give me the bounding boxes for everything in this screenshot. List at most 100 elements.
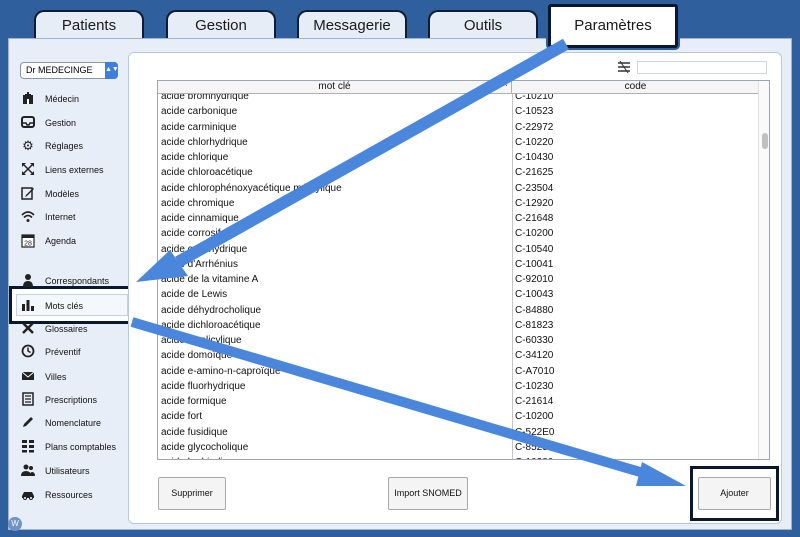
sidebar-item-label: Correspondants [45,276,110,286]
keyword-cell: acide chlorophénoxyacétique méthylique [161,182,342,194]
sidebar-item-label: Agenda [45,236,77,246]
code-cell: C-81823 [515,319,554,331]
doctor-select[interactable]: Dr MEDECINGE ▲▼ [20,62,119,79]
sidebar-item-internet[interactable]: Internet [20,207,130,227]
sidebar-item-label: Ressources [45,490,93,500]
sidebar-item-villes[interactable]: Villes [20,367,130,387]
keyword-cell: acide domoïque [161,350,233,362]
calendar-icon: 28 [20,233,36,249]
column-header-code[interactable]: code [513,81,758,94]
table-row[interactable]: acide disalicylique C-60330 [158,333,758,348]
table-row[interactable]: acide chloroacétique C-21625 [158,165,758,180]
table-row[interactable]: acide chlorophénoxyacétique méthylique C-… [158,181,758,196]
sidebar-item-modeles[interactable]: Modèles [20,184,130,204]
table-row[interactable]: acide fort C-10200 [158,409,758,424]
bar-chart-icon [20,298,36,314]
sidebar-item-liens-externes[interactable]: Liens externes [20,160,130,180]
keyword-cell: acide chromique [161,197,235,209]
table-row[interactable]: acide fluorhydrique C-10230 [158,379,758,394]
tab-messagerie[interactable]: Messagerie [297,10,407,40]
sidebar-item-prescriptions[interactable]: Prescriptions [20,390,130,410]
sidebar-item-reglages[interactable]: ⚙ Réglages [20,136,130,156]
tab-parametres[interactable]: Paramètres [548,4,678,48]
sort-ascending-icon: ^ [503,82,507,91]
keyword-cell: acide cinnamique [161,213,239,224]
keyword-cell: acide fusidique [161,426,228,438]
keyword-cell: acide fluorhydrique [161,380,246,392]
vertical-scrollbar[interactable] [758,81,769,459]
delete-button[interactable]: Supprimer [158,477,226,510]
tab-patients[interactable]: Patients [34,10,144,40]
sidebar-item-plans-comptables[interactable]: Plans comptables [20,437,130,457]
filter-icon[interactable] [617,60,631,74]
table-row[interactable]: acide de la vitamine A C-92010 [158,272,758,287]
code-cell: C-10200 [515,411,554,423]
keyword-cell: acide disalicylique [161,335,242,346]
sidebar-item-glossaires[interactable]: Glossaires [20,319,130,339]
sidebar-item-utilisateurs[interactable]: Utilisateurs [20,461,130,481]
table-row[interactable]: acide hydriodique C-10280 [158,455,758,459]
edit-icon [20,186,36,202]
keyword-cell: acide fort [161,411,203,423]
code-cell: C-22972 [515,121,554,133]
sidebar-item-correspondants[interactable]: Correspondants [20,271,130,291]
table-row[interactable]: acide domoïque C-34120 [158,348,758,363]
table-row[interactable]: acide glycocholique C-85230 [158,440,758,455]
table-row[interactable]: acide fusidique C-522E0 [158,425,758,440]
sidebar-item-preventif[interactable]: Préventif [20,342,130,362]
table-row[interactable]: acide carbonique C-10523 [158,104,758,119]
doctor-select-value: Dr MEDECINGE [26,65,93,75]
sidebar-item-nomenclature[interactable]: Nomenclature [20,413,130,433]
table-row[interactable]: acide dichloroacétique C-81823 [158,318,758,333]
code-cell: C-23504 [515,182,554,194]
keyword-cell: acide formique [161,396,227,407]
hospital-icon [20,91,36,107]
code-cell: C-10523 [515,106,554,118]
keyword-cell: acide déhydrocholique [161,304,262,316]
keyword-cell: acide chlorique [161,152,229,163]
sidebar-item-label: Préventif [45,347,81,357]
code-cell: C-A7010 [515,365,555,377]
import-snomed-button[interactable]: Import SNOMED [388,477,468,510]
sidebar-item-agenda[interactable]: 28 Agenda [20,231,130,251]
mail-icon [20,369,36,385]
sidebar-item-label: Plans comptables [45,442,117,452]
table-row[interactable]: acide chlorhydrique C-10220 [158,135,758,150]
table-row[interactable]: acide déhydrocholique C-84880 [158,303,758,318]
table-row[interactable]: acide cinnamique C-21648 [158,211,758,226]
table-row[interactable]: acide chlorique C-10430 [158,150,758,165]
gear-icon: ⚙ [22,138,34,153]
table-row[interactable]: acide cyanhydrique C-10540 [158,242,758,257]
sidebar-item-ressources[interactable]: Ressources [20,485,130,505]
table-row[interactable]: acide de Lewis C-10043 [158,287,758,302]
table-row[interactable]: acide carminique C-22972 [158,120,758,135]
code-cell: C-10280 [515,455,755,459]
code-cell: C-85230 [515,441,554,453]
add-button[interactable]: Ajouter [698,477,771,510]
code-cell: C-84880 [515,304,554,316]
table-row[interactable]: acide e-amino-n-caproïque C-A7010 [158,364,758,379]
table-row[interactable]: acide d'Arrhénius C-10041 [158,257,758,272]
tab-outils[interactable]: Outils [428,10,538,40]
scrollbar-thumb[interactable] [762,133,768,149]
tab-gestion[interactable]: Gestion [166,10,276,40]
keyword-cell: acide chlorhydrique [161,136,248,148]
code-cell: C-10430 [515,152,554,163]
inbox-icon [20,115,36,131]
table-row[interactable]: acide chromique C-12920 [158,196,758,211]
column-header-keyword[interactable]: mot clé ^ [158,81,512,94]
keyword-cell: acide corrosif [161,228,221,240]
list-icon [20,392,36,408]
search-input[interactable] [637,61,767,74]
keyword-cell: acide glycocholique [161,441,249,453]
code-cell: C-522E0 [515,426,555,438]
app-badge: W [8,517,22,531]
keyword-cell: acide carminique [161,121,237,133]
sidebar-item-gestion[interactable]: Gestion [20,113,130,133]
sidebar-item-medecin[interactable]: Médecin [20,89,130,109]
table-row[interactable]: acide corrosif C-10200 [158,226,758,241]
users-icon [20,463,36,479]
sidebar-item-mots-cles[interactable]: Mots clés [20,296,130,316]
code-cell: C-10200 [515,228,554,240]
table-row[interactable]: acide formique C-21614 [158,394,758,409]
